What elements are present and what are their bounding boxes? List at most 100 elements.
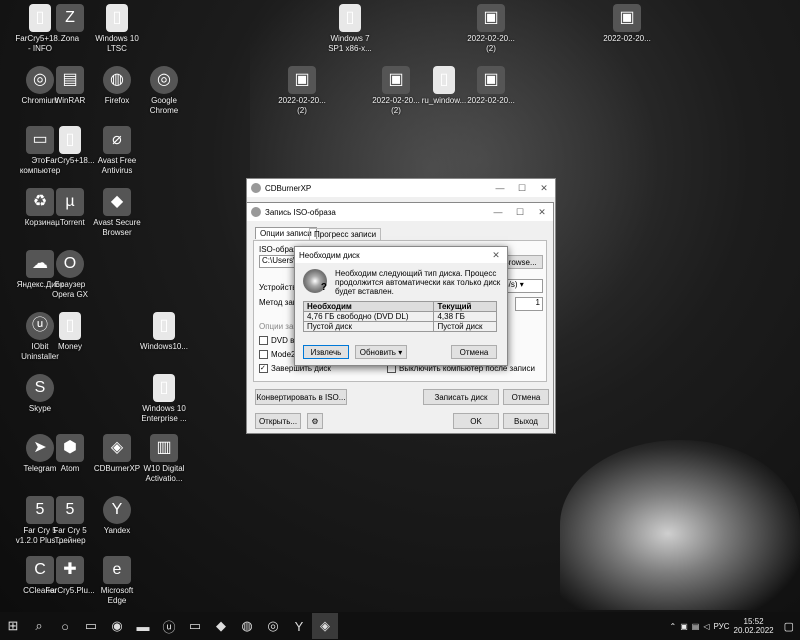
desktop-icon-label: Yandex [103, 526, 131, 535]
maximize-icon[interactable]: ☐ [511, 183, 533, 194]
wallpaper-tent [560, 440, 800, 610]
desktop-icon-label: Avast Free Antivirus [97, 156, 137, 175]
ok-button[interactable]: OK [453, 413, 499, 429]
volume-icon[interactable]: ◁ [703, 622, 709, 631]
desktop-icon[interactable]: ▣ 2022-02-20... [451, 66, 531, 106]
windows-start-icon[interactable]: ⊞ [0, 613, 26, 639]
task-view-icon[interactable]: ▭ [78, 613, 104, 639]
settings-gear-icon[interactable]: ⚙ [307, 413, 323, 429]
desktop-icon-label: Windows 7 SP1 x86-x... [328, 34, 372, 53]
explorer-icon[interactable]: ▬ [130, 613, 156, 639]
desktop-icon[interactable]: e Microsoft Edge [77, 556, 157, 606]
minimize-icon[interactable]: — [489, 183, 511, 194]
clock[interactable]: 15:52 20.02.2022 [734, 617, 774, 635]
alice-icon[interactable]: ◉ [104, 613, 130, 639]
desktop-icon[interactable]: ▣ 2022-02-20... [587, 4, 667, 44]
maximize-icon[interactable]: ☐ [509, 207, 531, 218]
checkbox-box [259, 350, 268, 359]
image-icon: ▣ [613, 4, 641, 32]
col-current: Текущий [433, 301, 497, 312]
iobit-taskbar-icon[interactable]: ⓤ [156, 613, 182, 639]
document-icon: ▯ [106, 4, 128, 32]
required-state: Пустой диск [302, 321, 435, 332]
tab-burn-progress[interactable]: Прогресс записи [309, 228, 382, 240]
desktop-icon[interactable]: ▥ W10 Digital Activatio... [124, 434, 204, 484]
iso-titlebar[interactable]: Запись ISO-образа — ☐ ✕ [247, 203, 553, 221]
desktop-icon[interactable]: S Skype [0, 374, 80, 414]
folder-icon[interactable]: ▭ [182, 613, 208, 639]
dialog-titlebar[interactable]: Необходим диск ✕ [295, 247, 507, 263]
image-icon: ▣ [477, 4, 505, 32]
convert-iso-button[interactable]: Конвертировать в ISO... [255, 389, 347, 405]
avast-browser-taskbar-icon[interactable]: ◆ [208, 613, 234, 639]
image-icon: ▣ [477, 66, 505, 94]
language-indicator[interactable]: РУС [714, 622, 730, 631]
chrome-taskbar-icon[interactable]: ◎ [260, 613, 286, 639]
desktop-icon-label: 2022-02-20... [467, 96, 515, 105]
iso-title: Запись ISO-образа [265, 207, 336, 217]
desktop-icon-label: W10 Digital Activatio... [143, 464, 185, 483]
desktop-icon[interactable]: ▯ Windows 10 Enterprise ... [124, 374, 204, 424]
tray-chevron-icon[interactable]: ⌃ [670, 622, 677, 631]
current-space: 4,38 ГБ [433, 311, 497, 322]
copies-stepper[interactable]: 1 [515, 297, 543, 311]
burn-disc-button[interactable]: Записать диск [423, 389, 499, 405]
dialog-message: Необходим следующий тип диска. Процесс п… [335, 269, 501, 296]
clock-date: 20.02.2022 [733, 626, 774, 635]
search-icon[interactable]: ⌕ [26, 613, 52, 639]
yandex-taskbar-icon[interactable]: Y [286, 613, 312, 639]
cortana-icon[interactable]: ○ [52, 613, 78, 639]
opera-gx-icon: O [56, 250, 84, 278]
network-icon[interactable]: ▤ [692, 622, 700, 631]
disc-question-icon: ? [303, 269, 327, 293]
minimize-icon[interactable]: — [487, 207, 509, 218]
desktop-icon[interactable]: Y Yandex [77, 496, 157, 536]
desktop-icon[interactable]: ▣ 2022-02-20... (2) [451, 4, 531, 54]
avast-icon: ⌀ [103, 126, 131, 154]
desktop-icon[interactable]: O Браузер Opera GX [30, 250, 110, 300]
skype-icon: S [26, 374, 54, 402]
copies-value: 1 [535, 298, 540, 307]
refresh-button[interactable]: Обновить ▾ [355, 345, 407, 359]
edge-icon: e [103, 556, 131, 584]
current-state: Пустой диск [433, 321, 497, 332]
dialog-cancel-button[interactable]: Отмена [451, 345, 497, 359]
tab-burn-options[interactable]: Опции записи [255, 227, 317, 239]
refresh-button-label: Обновить [359, 347, 396, 357]
document-icon: ▯ [153, 312, 175, 340]
desktop-icon[interactable]: ▯ Windows 10 LTSC [77, 4, 157, 54]
col-required: Необходим [302, 301, 435, 312]
cdburnerxp-taskbar-icon[interactable]: ◈ [312, 613, 338, 639]
desktop-icon[interactable]: ◆ Avast Secure Browser [77, 188, 157, 238]
eject-button[interactable]: Извлечь [303, 345, 349, 359]
desktop-icon-label: Skype [28, 404, 52, 413]
desktop-icon[interactable]: ▣ 2022-02-20... (2) [262, 66, 342, 116]
avast-browser-icon: ◆ [103, 188, 131, 216]
cancel-button[interactable]: Отмена [503, 389, 549, 405]
desktop-icon[interactable]: ▯ Windows10... [124, 312, 204, 352]
open-button[interactable]: Открыть... [255, 413, 301, 429]
firefox-taskbar-icon[interactable]: ◍ [234, 613, 260, 639]
document-icon: ▯ [153, 374, 175, 402]
desktop-icon[interactable]: ⌀ Avast Free Antivirus [77, 126, 157, 176]
desktop-icon[interactable]: ◎ Google Chrome [124, 66, 204, 116]
desktop-icon[interactable]: ▯ Windows 7 SP1 x86-x... [310, 4, 390, 54]
dropdown-arrow-icon: ▾ [398, 347, 403, 357]
archive-icon: ▥ [150, 434, 178, 462]
iso-app-icon [251, 207, 261, 217]
exit-button[interactable]: Выход [503, 413, 549, 429]
chrome-icon: ◎ [150, 66, 178, 94]
desktop-icon-label: 2022-02-20... (2) [467, 34, 515, 53]
desktop-icon-label: Windows10... [139, 342, 189, 351]
tray-app-icon[interactable]: ▣ [680, 622, 688, 631]
close-icon[interactable]: ✕ [531, 207, 553, 218]
close-icon[interactable]: ✕ [485, 250, 507, 261]
document-icon: ▯ [59, 312, 81, 340]
desktop-icon-label: Windows 10 LTSC [95, 34, 139, 53]
cdburnerxp-titlebar[interactable]: CDBurnerXP — ☐ ✕ [247, 179, 555, 197]
notifications-icon[interactable]: ▢ [778, 620, 800, 633]
checkbox-box: ✓ [259, 364, 268, 373]
close-icon[interactable]: ✕ [533, 183, 555, 194]
cdburnerxp-app-icon [251, 183, 261, 193]
desktop-icon[interactable]: ▯ Money [30, 312, 110, 352]
